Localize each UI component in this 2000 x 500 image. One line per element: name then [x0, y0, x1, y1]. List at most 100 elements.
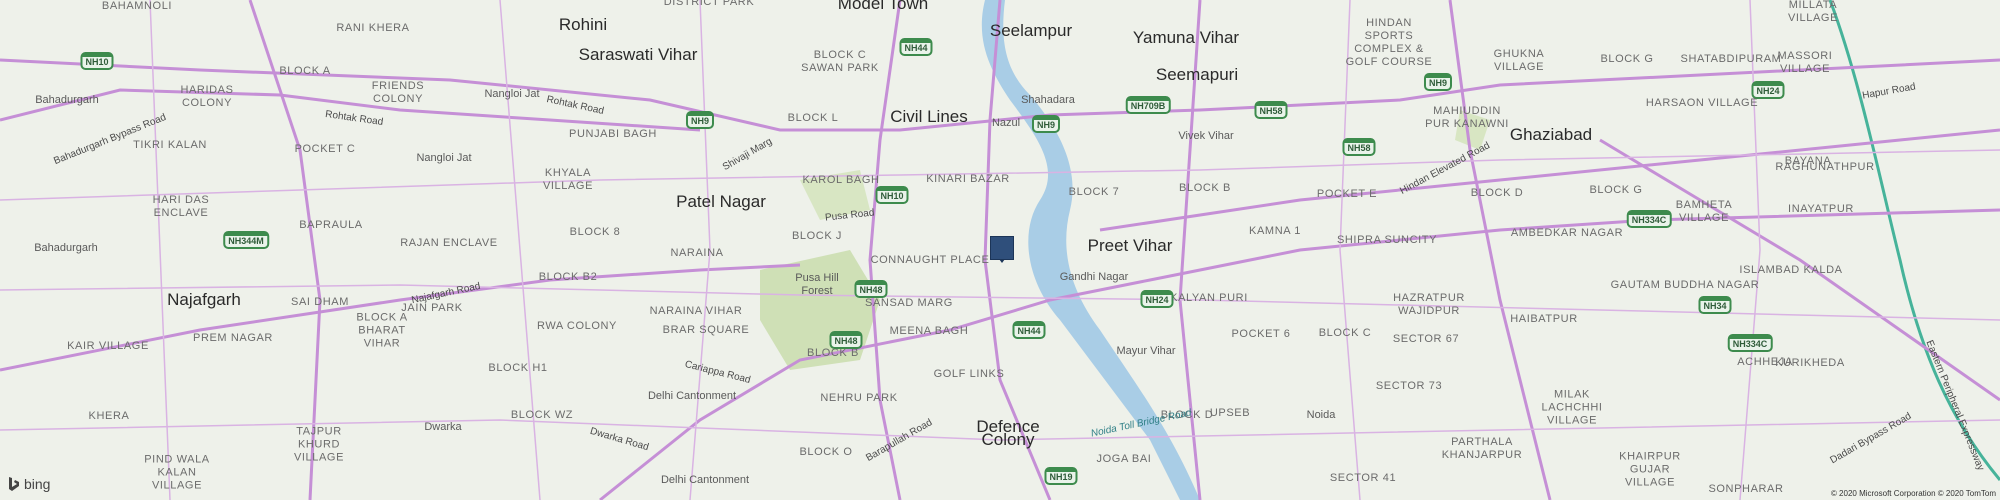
highway-shield-icon: NH24: [1140, 290, 1174, 308]
highway-shield-icon: NH9: [685, 111, 715, 129]
locality-label[interactable]: Nangloi Jat: [484, 88, 539, 100]
highway-shield-icon: NH34: [1698, 296, 1732, 314]
locality-label[interactable]: Shahadara: [1021, 94, 1075, 106]
area-label: HINDAN SPORTS COMPLEX & GOLF COURSE: [1345, 17, 1433, 68]
locality-label[interactable]: Bahadurgarh: [34, 242, 98, 254]
area-label: BLOCK O: [799, 446, 853, 458]
area-label: SHIPRA SUNCITY: [1336, 234, 1438, 246]
city-label[interactable]: Yamuna Vihar: [1133, 28, 1239, 48]
area-label: KINARI BAZAR: [926, 173, 1010, 185]
city-label[interactable]: Saraswati Vihar: [579, 45, 698, 65]
area-label: SHATABDIPURAM: [1680, 53, 1782, 65]
bing-icon: [9, 477, 19, 491]
area-label: MEENA BAGH: [889, 325, 969, 337]
city-label[interactable]: Seemapuri: [1156, 65, 1238, 85]
area-label: CONNAUGHT PLACE: [870, 254, 990, 266]
area-label: MILAK LACHCHHI VILLAGE: [1541, 388, 1603, 427]
highway-shield-icon: NH58: [1254, 101, 1288, 119]
area-label: FRIENDS COLONY: [371, 80, 425, 105]
area-label: DISTRICT PARK: [663, 0, 755, 8]
area-label: BLOCK A BHARAT VIHAR: [356, 311, 408, 350]
area-label: POCKET 6: [1231, 328, 1291, 340]
area-label: SAI DHAM: [291, 296, 349, 308]
area-label: KHAIRPUR GUJAR VILLAGE: [1619, 450, 1681, 489]
area-label: BAPRAULA: [299, 219, 363, 231]
area-label: MAHIUDDIN PUR KANAWNI: [1425, 105, 1509, 130]
bing-logo: bing: [8, 476, 50, 492]
area-label: GOLF LINKS: [933, 368, 1005, 380]
area-label: NARAINA VIHAR: [649, 305, 743, 317]
location-marker-icon[interactable]: [990, 236, 1014, 263]
highway-shield-icon: NH10: [80, 52, 114, 70]
area-label: BLOCK 8: [569, 226, 621, 238]
highway-shield-icon: NH58: [1342, 138, 1376, 156]
area-label: POCKET C: [294, 143, 356, 155]
area-label: PIND WALA KALAN VILLAGE: [144, 453, 210, 492]
city-label[interactable]: Patel Nagar: [676, 192, 766, 212]
city-label[interactable]: Preet Vihar: [1088, 236, 1173, 256]
area-label: KALYAN PURI: [1170, 292, 1248, 304]
highway-shield-icon: NH334C: [1727, 334, 1773, 352]
area-label: BAHAMNOLI: [101, 0, 173, 12]
area-label: NARAINA: [670, 247, 724, 259]
area-label: HARSAON VILLAGE: [1645, 97, 1759, 109]
area-label: ISLAMBAD KALDA: [1739, 264, 1843, 276]
highway-shield-icon: NH44: [899, 38, 933, 56]
area-label: BLOCK 7: [1068, 186, 1120, 198]
area-label: PREM NAGAR: [193, 332, 273, 344]
city-label[interactable]: Najafgarh: [167, 290, 241, 310]
city-label[interactable]: Ghaziabad: [1510, 125, 1592, 145]
area-label: BLOCK J: [791, 230, 843, 242]
area-label: BLOCK B: [1179, 182, 1231, 194]
area-label: AMBEDKAR NAGAR: [1510, 227, 1624, 239]
area-label: HARIDAS COLONY: [180, 84, 234, 109]
highway-shield-icon: NH19: [1044, 467, 1078, 485]
locality-label[interactable]: Nazul: [992, 117, 1020, 129]
area-label: BLOCK L: [787, 112, 839, 124]
area-label: KAROL BAGH: [802, 174, 880, 186]
area-label: BRAR SQUARE: [662, 324, 750, 336]
area-label: SONPHARAR: [1708, 483, 1784, 495]
city-label[interactable]: Civil Lines: [890, 107, 967, 127]
area-label: TIKRI KALAN: [133, 139, 207, 151]
area-label: BAMHETA VILLAGE: [1675, 199, 1733, 224]
area-label: PARTHALA KHANJARPUR: [1441, 436, 1523, 461]
locality-label[interactable]: Delhi Cantonment: [661, 474, 749, 486]
highway-shield-icon: NH10: [875, 186, 909, 204]
locality-label[interactable]: Noida: [1307, 409, 1336, 421]
locality-label[interactable]: Nangloi Jat: [416, 152, 471, 164]
area-label: PUNJABI BAGH: [569, 128, 657, 140]
area-label: HAZRATPUR WAJIDPUR: [1393, 292, 1465, 317]
area-label: KHYALA VILLAGE: [542, 167, 594, 192]
locality-label[interactable]: Bahadurgarh: [35, 94, 99, 106]
locality-label[interactable]: Vivek Vihar: [1178, 130, 1233, 142]
highway-shield-icon: NH9: [1031, 115, 1061, 133]
area-label: RWA COLONY: [537, 320, 617, 332]
locality-label[interactable]: Delhi Cantonment: [648, 390, 736, 402]
area-label: SECTOR 73: [1375, 380, 1443, 392]
area-label: BLOCK A: [279, 65, 331, 77]
city-label[interactable]: Rohini: [559, 15, 607, 35]
area-label: KHERA: [88, 410, 130, 422]
area-label: NEHRU PARK: [820, 392, 898, 404]
area-label: MILLATA VILLAGE: [1787, 0, 1839, 24]
locality-label[interactable]: Dwarka: [424, 421, 461, 433]
area-label: KURIKHEDA: [1775, 357, 1845, 369]
city-label[interactable]: Defence Colony: [948, 418, 1068, 448]
area-label: BLOCK D: [1470, 187, 1524, 199]
highway-shield-icon: NH48: [829, 331, 863, 349]
area-label: SECTOR 67: [1392, 333, 1460, 345]
area-label: GHUKNA VILLAGE: [1493, 48, 1545, 73]
city-label[interactable]: Model Town: [838, 0, 928, 14]
locality-label[interactable]: Mayur Vihar: [1116, 345, 1175, 357]
locality-label[interactable]: Gandhi Nagar: [1060, 271, 1129, 283]
highway-shield-icon: NH24: [1751, 81, 1785, 99]
area-label: POCKET E: [1316, 188, 1378, 200]
locality-label[interactable]: Pusa Hill Forest: [782, 272, 852, 298]
map-canvas[interactable]: Rohini Saraswati Vihar Model Town Seelam…: [0, 0, 2000, 500]
city-label[interactable]: Seelampur: [990, 21, 1072, 41]
copyright-notice: © 2020 Microsoft Corporation © 2020 TomT…: [1830, 489, 1996, 498]
area-label: UPSEB: [1209, 407, 1251, 419]
area-label: BLOCK WZ: [510, 409, 574, 421]
highway-shield-icon: NH709B: [1125, 96, 1171, 114]
